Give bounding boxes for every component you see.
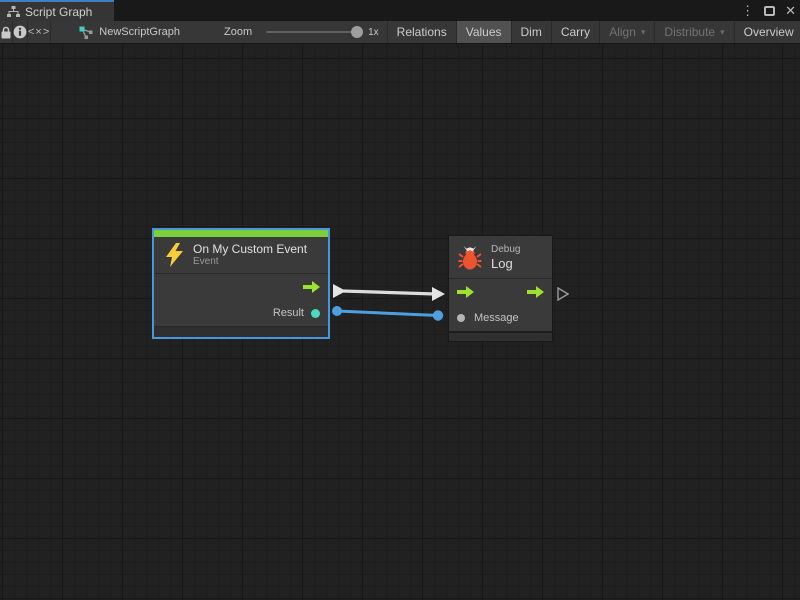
window-menu-icon[interactable]: ⋮ (741, 0, 754, 21)
port-label-message: Message (474, 312, 519, 324)
message-port-icon[interactable] (457, 314, 465, 322)
node-on-my-custom-event[interactable]: On My Custom Event Event Result (152, 228, 330, 339)
node-debug-log[interactable]: Debug Log Message (448, 235, 553, 342)
tab-title: Script Graph (25, 5, 92, 19)
graph-name-chip[interactable]: NewScriptGraph (79, 26, 180, 39)
node-footer (154, 327, 328, 337)
code-preview-button[interactable]: <×> (28, 21, 51, 43)
code-icon: <×> (28, 26, 50, 38)
node-title: Log (491, 256, 520, 271)
script-graph-icon (79, 26, 93, 39)
close-icon[interactable]: ✕ (785, 0, 796, 21)
info-icon (13, 25, 27, 39)
graph-hierarchy-icon (7, 6, 20, 17)
node-header[interactable]: Debug Log (449, 236, 552, 278)
bug-icon (458, 245, 482, 270)
graph-toolbar: <×> NewScriptGraph Zoom 1x Re (0, 21, 800, 44)
overview-button[interactable]: Overview (735, 21, 800, 43)
window-controls: ⋮ ✕ (741, 0, 796, 21)
lock-icon (0, 26, 12, 39)
port-label-result: Result (273, 307, 304, 319)
tab-script-graph[interactable]: Script Graph (0, 0, 114, 21)
port-row-message: Message (449, 305, 552, 331)
port-row-flow (449, 279, 552, 305)
lock-button[interactable] (0, 21, 13, 43)
visual-scripting-window: Script Graph ⋮ ✕ <×> (0, 0, 800, 600)
unconnected-flow-arrow-icon[interactable] (557, 287, 569, 301)
chevron-down-icon: ▾ (720, 27, 725, 38)
lightning-bolt-icon (165, 243, 184, 267)
node-header[interactable]: On My Custom Event Event (154, 237, 328, 273)
align-button[interactable]: Align ▾ (600, 21, 655, 43)
zoom-control: Zoom 1x (224, 26, 387, 38)
chevron-down-icon: ▾ (641, 27, 646, 38)
node-footer (449, 333, 552, 341)
zoom-label: Zoom (224, 26, 252, 38)
node-title: On My Custom Event (193, 242, 307, 256)
inspect-button[interactable] (13, 21, 28, 43)
result-port-icon[interactable] (311, 309, 320, 318)
node-category: Debug (491, 244, 520, 256)
distribute-button[interactable]: Distribute ▾ (655, 21, 734, 43)
maximize-icon[interactable] (764, 6, 775, 16)
flow-output-port-icon[interactable] (527, 286, 544, 298)
zoom-value: 1x (368, 27, 379, 38)
carry-button[interactable]: Carry (552, 21, 600, 43)
zoom-slider[interactable] (266, 31, 360, 33)
node-subtitle: Event (193, 256, 307, 268)
values-button[interactable]: Values (457, 21, 512, 43)
tab-bar: Script Graph ⋮ ✕ (0, 0, 800, 21)
flow-output-port-icon[interactable] (303, 281, 320, 293)
toolbar-middle: NewScriptGraph Zoom 1x (51, 21, 387, 43)
event-color-strip (154, 230, 328, 237)
relations-button[interactable]: Relations (388, 21, 457, 43)
graph-name-label: NewScriptGraph (99, 26, 180, 38)
zoom-slider-handle[interactable] (351, 26, 363, 38)
dim-button[interactable]: Dim (512, 21, 552, 43)
graph-canvas[interactable] (0, 44, 800, 600)
port-row-result: Result (154, 300, 328, 326)
port-row-flow-out (154, 274, 328, 300)
flow-input-port-icon[interactable] (457, 286, 474, 298)
